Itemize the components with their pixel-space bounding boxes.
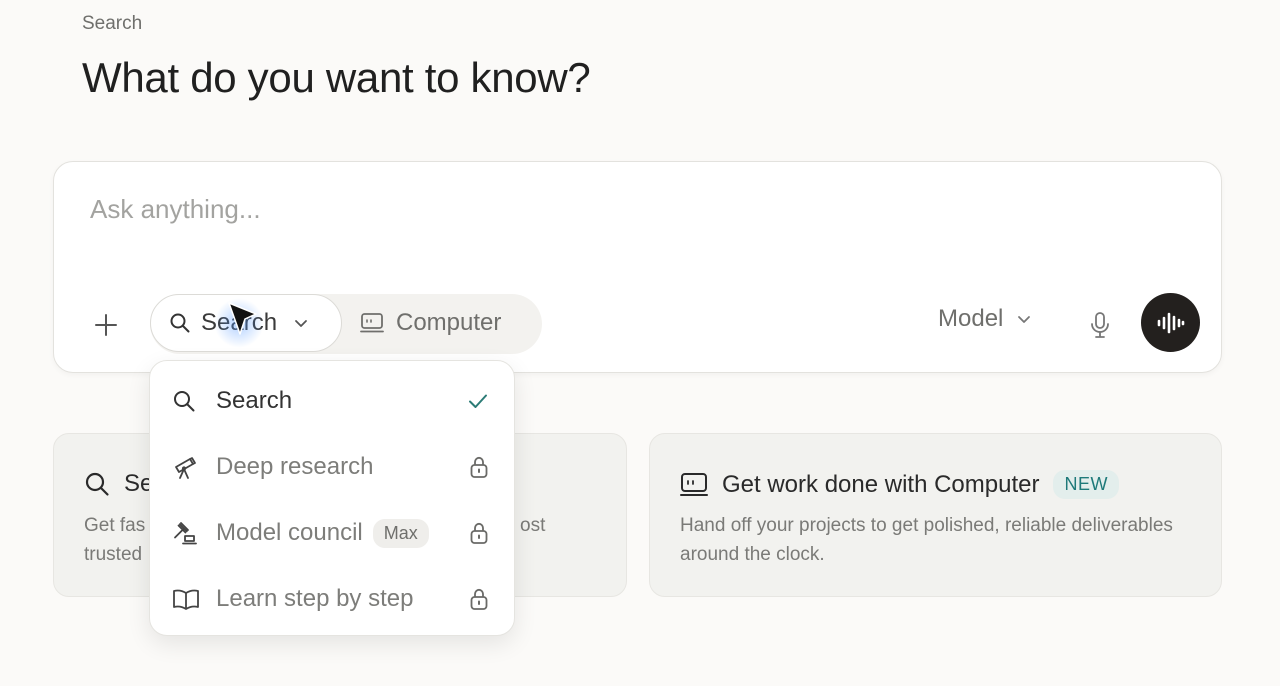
ask-input[interactable]	[90, 194, 1090, 225]
search-mode-dropdown: Search Deep research Model council Max L…	[149, 360, 515, 636]
computer-icon	[360, 313, 384, 333]
card-description: Hand off your projects to get polished, …	[680, 515, 1173, 565]
voice-mode-button[interactable]	[1141, 293, 1200, 352]
chevron-down-icon	[1018, 316, 1031, 323]
dropdown-item-label: Model council	[216, 519, 363, 546]
chevron-down-icon	[293, 315, 309, 331]
search-icon	[172, 389, 200, 413]
plus-icon	[95, 314, 117, 336]
gavel-icon	[172, 520, 200, 546]
model-label: Model	[938, 305, 1004, 332]
dropdown-item-label: Learn step by step	[216, 585, 414, 612]
microphone-icon	[1091, 312, 1109, 338]
lock-icon	[468, 455, 490, 479]
dropdown-item-model-council[interactable]: Model council Max	[150, 500, 514, 566]
search-mode-label: Search	[201, 309, 278, 336]
computer-mode-label: Computer	[396, 309, 502, 336]
dropdown-item-learn-step-by-step[interactable]: Learn step by step	[150, 566, 514, 632]
lock-icon	[468, 521, 490, 545]
search-mode-button[interactable]: Search	[150, 294, 342, 352]
search-icon	[170, 313, 190, 333]
page-title: What do you want to know?	[82, 54, 591, 101]
card-title: Get work done with Computer NEW	[680, 470, 1119, 499]
card-title: Se	[84, 470, 153, 498]
max-badge: Max	[372, 518, 429, 548]
dropdown-item-search[interactable]: Search	[150, 368, 514, 434]
mode-toggle: Search Computer	[150, 294, 542, 354]
composer-box: Search Computer Model	[53, 161, 1222, 373]
attach-button[interactable]	[88, 307, 124, 343]
waveform-icon	[1157, 312, 1184, 333]
computer-mode-button[interactable]: Computer	[360, 294, 501, 352]
dropdown-item-deep-research[interactable]: Deep research	[150, 434, 514, 500]
computer-icon	[680, 472, 708, 496]
dropdown-item-label: Search	[216, 387, 293, 414]
microphone-button[interactable]	[1082, 307, 1118, 343]
breadcrumb: Search	[82, 13, 143, 34]
card-title-text: Get work done with Computer	[722, 470, 1040, 498]
computer-feature-card[interactable]: Get work done with Computer NEW Hand off…	[649, 433, 1222, 597]
dropdown-item-label: Deep research	[216, 453, 374, 480]
new-badge: NEW	[1053, 470, 1119, 499]
book-open-icon	[172, 587, 200, 611]
model-select[interactable]: Model	[938, 305, 1033, 333]
telescope-icon	[172, 454, 200, 480]
lock-icon	[468, 587, 490, 611]
search-icon	[85, 472, 109, 496]
checkmark-icon	[466, 389, 490, 413]
